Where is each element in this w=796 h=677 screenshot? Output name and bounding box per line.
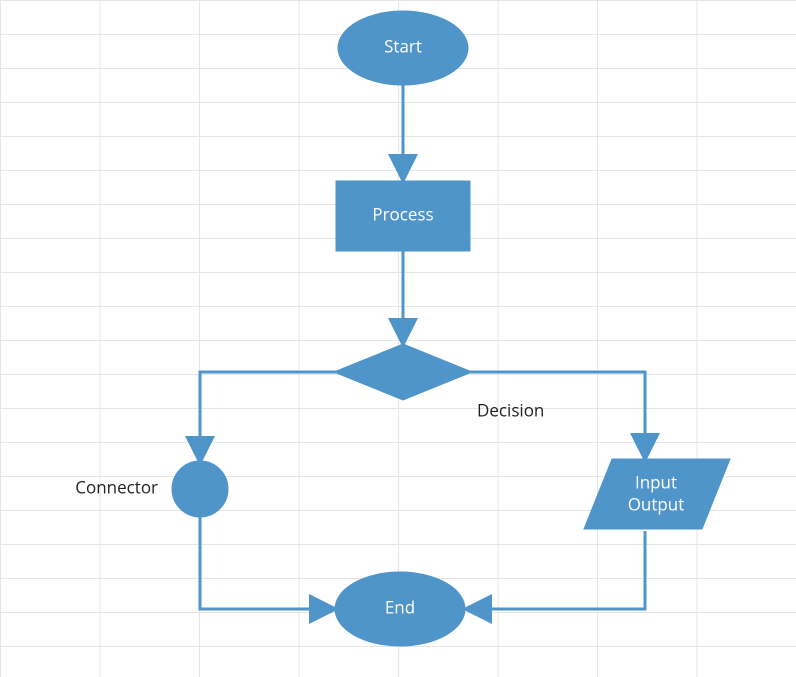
- end-node[interactable]: End: [335, 572, 465, 646]
- process-node[interactable]: Process: [336, 181, 470, 251]
- edge-decision-io: [469, 372, 645, 457]
- connector-label: Connector: [75, 476, 158, 499]
- edge-io-end: [468, 531, 645, 609]
- edge-decision-connector: [200, 372, 337, 460]
- edge-connector-end: [200, 516, 333, 609]
- decision-node[interactable]: Decision: [334, 344, 544, 422]
- flowchart-canvas: Start Process Decision Connector Input O…: [0, 0, 796, 677]
- start-node[interactable]: Start: [338, 11, 468, 85]
- io-node[interactable]: Input Output: [584, 459, 730, 529]
- flowchart-svg: Start Process Decision Connector Input O…: [0, 0, 796, 677]
- connector-node[interactable]: Connector: [75, 461, 228, 517]
- decision-label: Decision: [477, 399, 544, 422]
